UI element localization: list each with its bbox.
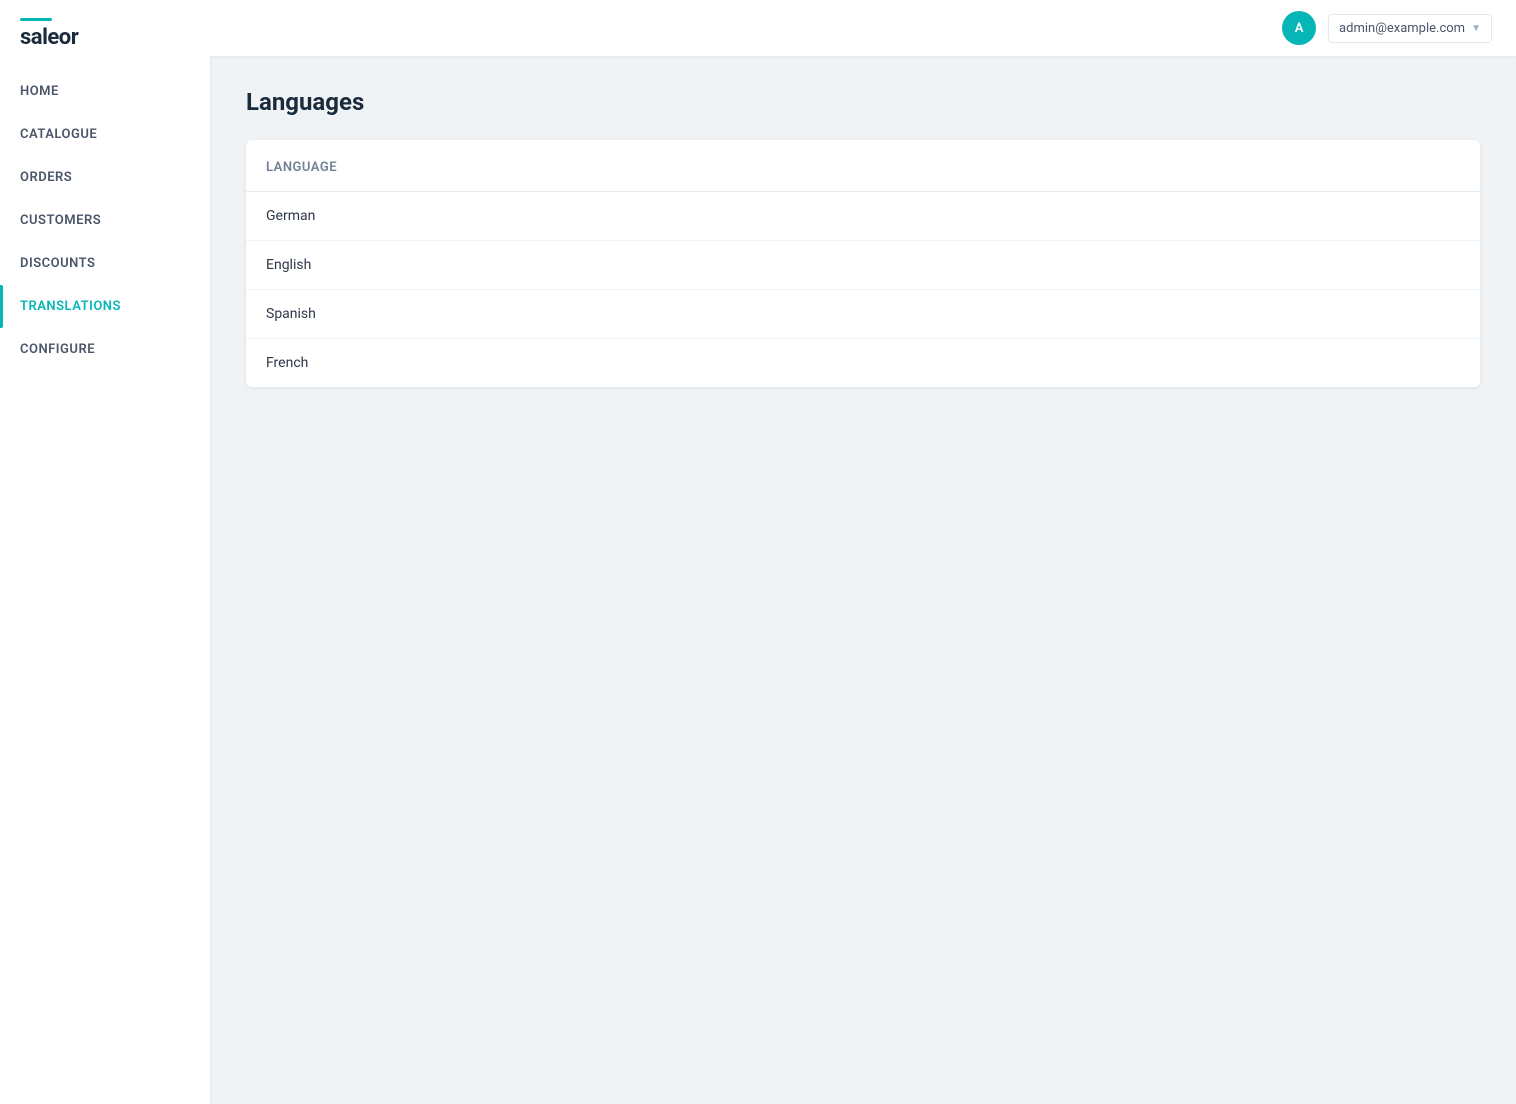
main-container: A admin@example.com ▼ Languages Language… — [210, 0, 1516, 1104]
sidebar-item-label-configure: CONFIGURE — [20, 342, 95, 357]
languages-card: Language German English Spanish French — [246, 140, 1480, 387]
user-dropdown[interactable]: admin@example.com ▼ — [1328, 14, 1492, 43]
sidebar-item-label-home: HOME — [20, 84, 59, 99]
sidebar-item-configure[interactable]: CONFIGURE — [0, 328, 210, 371]
sidebar-item-label-customers: CUSTOMERS — [20, 213, 101, 228]
brand-logo[interactable]: saleor — [20, 25, 78, 50]
sidebar-item-label-discounts: DISCOUNTS — [20, 256, 95, 271]
table-header: Language — [246, 140, 1480, 192]
user-email: admin@example.com — [1339, 21, 1465, 36]
language-name-french: French — [266, 355, 308, 371]
sidebar-item-translations[interactable]: TRANSLATIONS — [0, 285, 210, 328]
sidebar-item-catalogue[interactable]: CATALOGUE — [0, 113, 210, 156]
language-row-english[interactable]: English — [246, 241, 1480, 290]
sidebar-nav: HOME CATALOGUE ORDERS CUSTOMERS DISCOUNT… — [0, 70, 210, 371]
logo-wrapper: saleor — [20, 18, 78, 50]
page-title: Languages — [246, 88, 1480, 116]
language-row-german[interactable]: German — [246, 192, 1480, 241]
avatar[interactable]: A — [1282, 11, 1316, 45]
sidebar-item-discounts[interactable]: DISCOUNTS — [0, 242, 210, 285]
language-row-spanish[interactable]: Spanish — [246, 290, 1480, 339]
sidebar: saleor HOME CATALOGUE ORDERS CUSTOMERS D… — [0, 0, 210, 1104]
sidebar-item-label-orders: ORDERS — [20, 170, 72, 185]
language-row-french[interactable]: French — [246, 339, 1480, 387]
logo-area: saleor — [0, 0, 210, 70]
sidebar-item-orders[interactable]: ORDERS — [0, 156, 210, 199]
content-area: Languages Language German English Spanis… — [210, 56, 1516, 1104]
chevron-down-icon: ▼ — [1471, 23, 1481, 34]
sidebar-item-label-catalogue: CATALOGUE — [20, 127, 97, 142]
language-name-english: English — [266, 257, 311, 273]
topbar-right: A admin@example.com ▼ — [1282, 11, 1492, 45]
sidebar-item-label-translations: TRANSLATIONS — [20, 299, 121, 314]
language-name-spanish: Spanish — [266, 306, 316, 322]
sidebar-item-home[interactable]: HOME — [0, 70, 210, 113]
table-header-label: Language — [266, 160, 337, 175]
language-name-german: German — [266, 208, 315, 224]
sidebar-item-customers[interactable]: CUSTOMERS — [0, 199, 210, 242]
topbar: A admin@example.com ▼ — [210, 0, 1516, 56]
logo-bar-icon — [20, 18, 52, 21]
